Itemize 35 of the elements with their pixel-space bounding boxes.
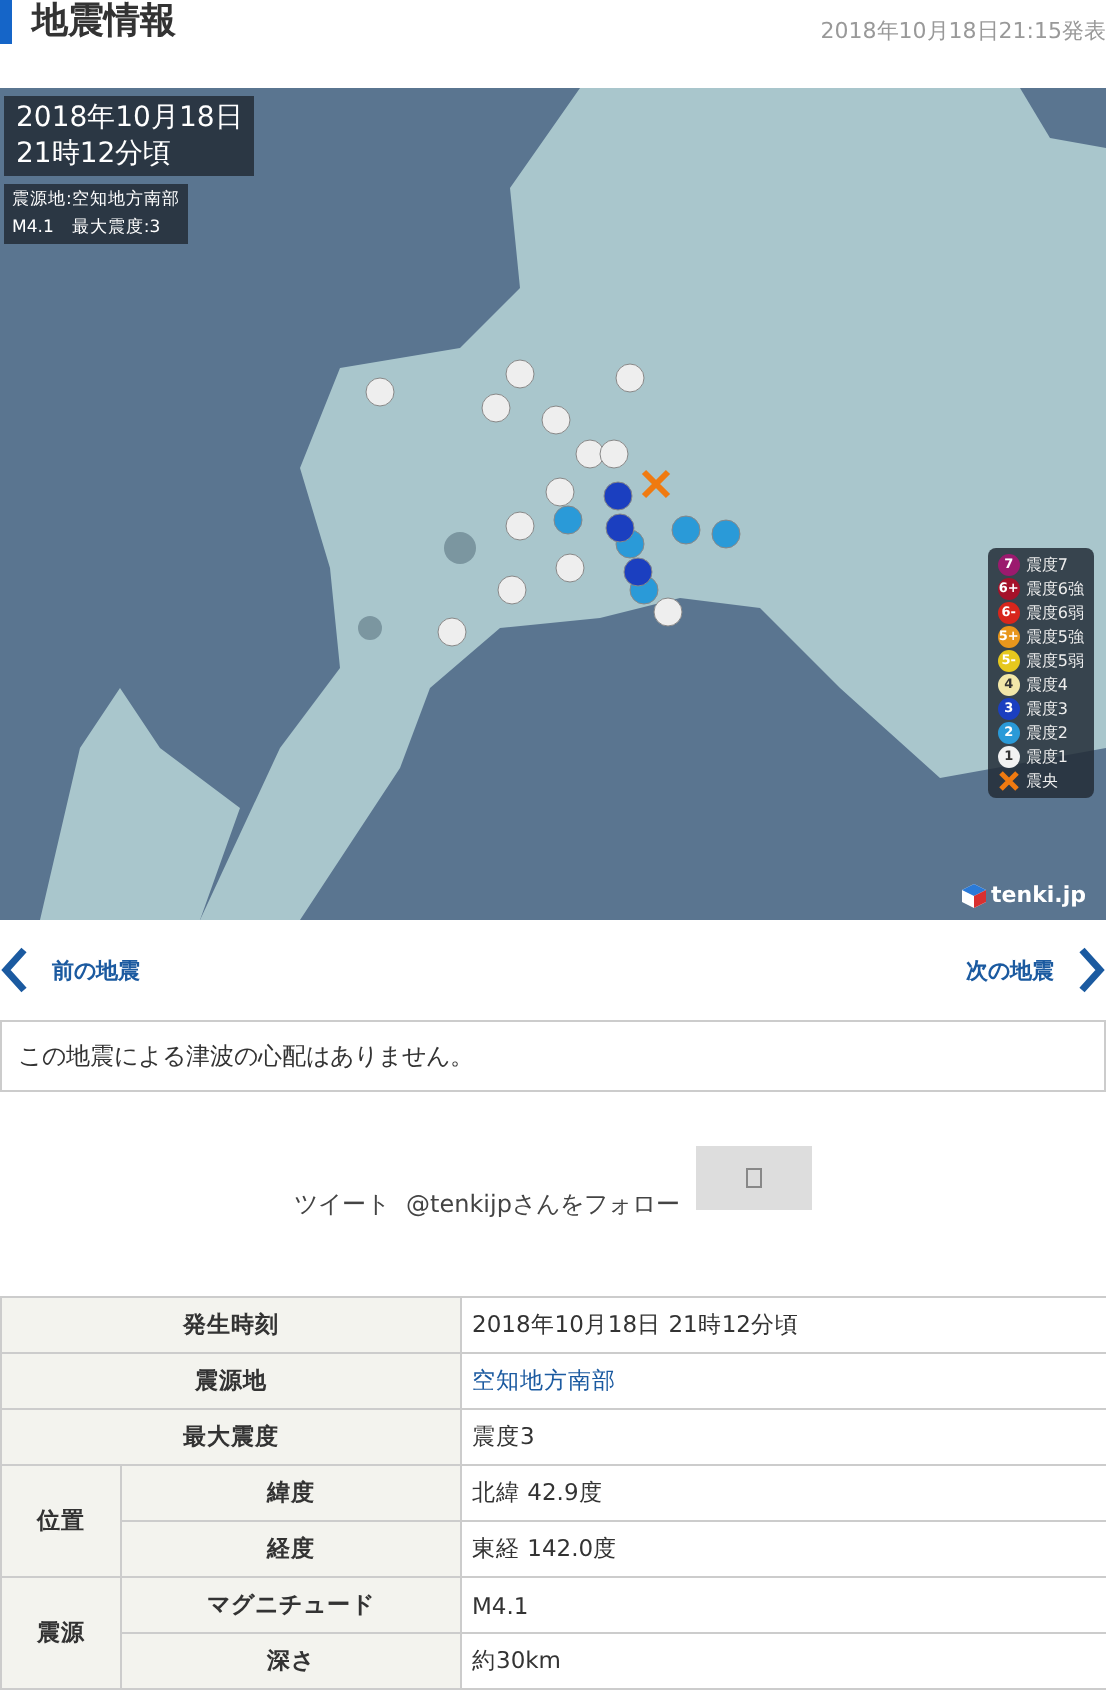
brand-logo: tenki.jp — [991, 882, 1086, 908]
row-header: マグニチュード — [121, 1577, 461, 1633]
row-header: 震源地 — [1, 1353, 461, 1409]
tweet-link[interactable]: ツイート — [294, 1188, 391, 1222]
table-cell: 2018年10月18日 21時12分頃 — [461, 1297, 1106, 1353]
legend-label: 震度2 — [1025, 722, 1068, 744]
datetime-label: 2018年10月18日 21時12分頃 — [4, 96, 255, 176]
chevron-right-icon — [1078, 946, 1106, 994]
next-link[interactable]: 次の地震 — [966, 946, 1106, 994]
row-header: 最大震度 — [1, 1409, 461, 1465]
legend-label: 震度5強 — [1025, 626, 1084, 648]
row-header: 経度 — [121, 1521, 461, 1577]
cube-icon — [961, 883, 986, 907]
legend-label: 震度7 — [1025, 554, 1068, 576]
legend-label: 震央 — [1025, 770, 1058, 792]
legend-label: 震度5弱 — [1025, 650, 1084, 672]
legend-label: 震度6弱 — [1025, 602, 1084, 624]
legend-label: 震度6強 — [1025, 578, 1084, 600]
row-header: 深さ — [121, 1633, 461, 1689]
row-header: 緯度 — [121, 1465, 461, 1521]
chevron-left-icon — [0, 946, 28, 994]
previous-link[interactable]: 前の地震 — [0, 946, 140, 994]
epicenter-info: 震源地:空知地方南部 M4.1 最大震度:3 — [4, 184, 188, 244]
row-header: 発生時刻 — [1, 1297, 461, 1353]
follow-link[interactable]: @tenkijpさんをフォロー — [406, 1188, 680, 1222]
legend-label: 震度3 — [1025, 698, 1068, 720]
row-header: 震源 — [1, 1577, 121, 1689]
broken-image-icon — [745, 1168, 762, 1188]
legend-label: 震度4 — [1025, 674, 1068, 696]
publish-time: 2018年10月18日21:15発表 — [820, 16, 1106, 46]
tsunami-notice: この地震による津波の心配はありません。 — [0, 1020, 1106, 1092]
location-link[interactable]: 空知地方南部 — [472, 1366, 616, 1394]
legend-label: 震度1 — [1025, 746, 1068, 768]
row-header: 位置 — [1, 1465, 121, 1577]
page-title: 地震情報 — [0, 0, 176, 44]
